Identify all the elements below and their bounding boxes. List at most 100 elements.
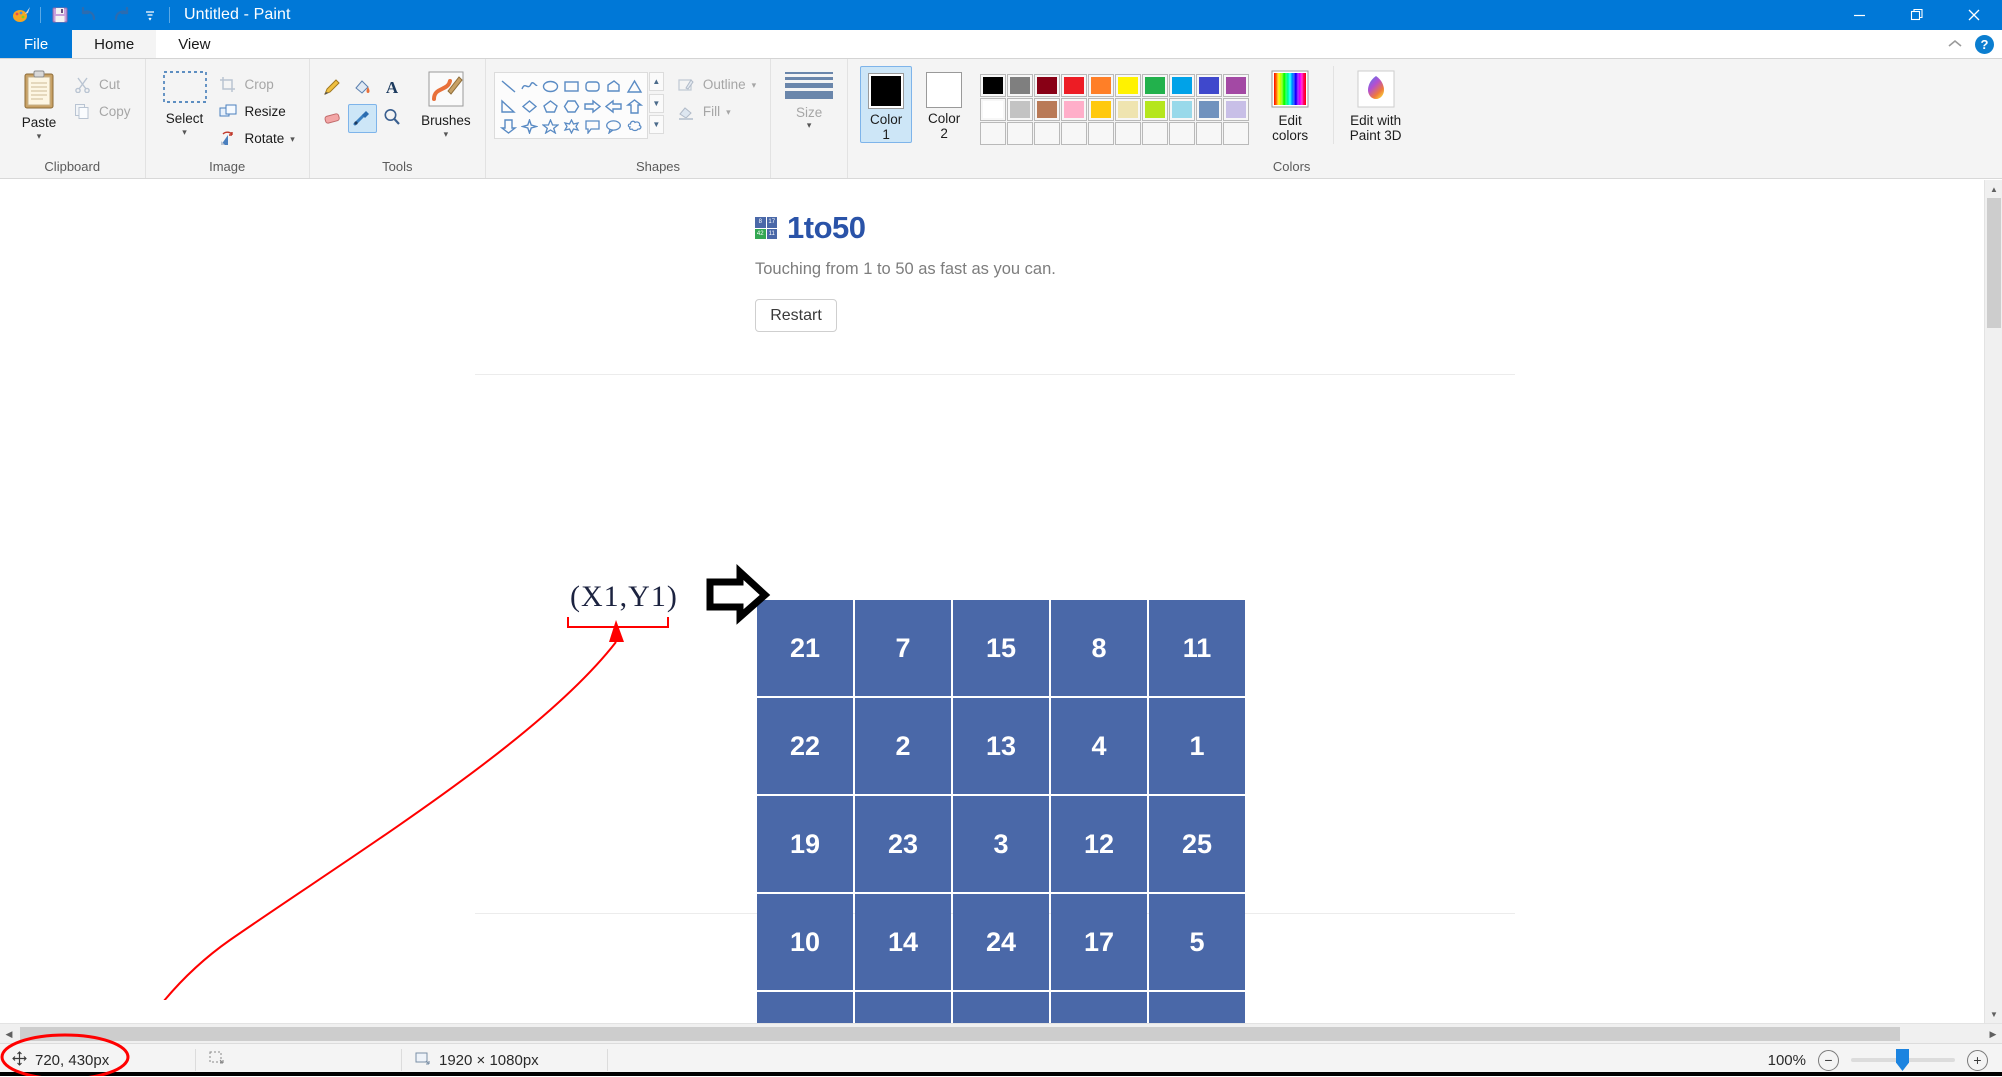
palette-swatch[interactable]: [1223, 98, 1250, 121]
shape-rounded-callout[interactable]: [582, 116, 603, 136]
palette-swatch-empty[interactable]: [1196, 122, 1223, 145]
palette-swatch[interactable]: [1169, 74, 1196, 97]
grid-cell[interactable]: 1: [1149, 698, 1245, 794]
palette-swatch-empty[interactable]: [1034, 122, 1061, 145]
palette-swatch[interactable]: [1142, 74, 1169, 97]
palette-swatch[interactable]: [1061, 98, 1088, 121]
palette-swatch[interactable]: [1061, 74, 1088, 97]
grid-cell[interactable]: 6: [757, 992, 853, 1023]
shape-line[interactable]: [498, 76, 519, 96]
tab-home[interactable]: Home: [72, 30, 157, 58]
grid-cell[interactable]: 13: [953, 698, 1049, 794]
restart-button[interactable]: Restart: [755, 299, 837, 332]
grid-cell[interactable]: 11: [1149, 600, 1245, 696]
minimize-button[interactable]: [1831, 0, 1888, 30]
grid-cell[interactable]: 16: [953, 992, 1049, 1023]
zoom-slider[interactable]: [1851, 1049, 1955, 1071]
magnifier-tool[interactable]: [378, 104, 407, 133]
palette-swatch[interactable]: [1142, 98, 1169, 121]
palette-swatch[interactable]: [1034, 98, 1061, 121]
palette-swatch-empty[interactable]: [1007, 122, 1034, 145]
shape-down-arrow[interactable]: [498, 116, 519, 136]
color-picker-tool[interactable]: [347, 104, 377, 133]
minus-icon[interactable]: −: [1818, 1049, 1839, 1071]
rotate-button[interactable]: Rotate ▾: [216, 126, 301, 151]
grid-cell[interactable]: 14: [855, 894, 951, 990]
chevron-down-icon[interactable]: ▾: [182, 127, 187, 136]
chevron-down-icon[interactable]: ▾: [444, 129, 449, 138]
select-button[interactable]: Select ▾: [154, 66, 216, 136]
chevron-down-icon[interactable]: ▾: [807, 121, 812, 130]
shape-cloud-callout[interactable]: [624, 116, 645, 136]
chevron-left-icon[interactable]: ◀: [0, 1024, 18, 1044]
palette-swatch[interactable]: [1115, 74, 1142, 97]
palette-swatch[interactable]: [1196, 98, 1223, 121]
palette-swatch[interactable]: [1007, 98, 1034, 121]
palette-swatch[interactable]: [1169, 98, 1196, 121]
close-button[interactable]: [1945, 0, 2002, 30]
palette-swatch-empty[interactable]: [1115, 122, 1142, 145]
palette-swatch[interactable]: [1088, 74, 1115, 97]
palette-swatch[interactable]: [1115, 98, 1142, 121]
palette-swatch[interactable]: [980, 98, 1007, 121]
color1-button[interactable]: Color 1: [860, 66, 913, 143]
grid-cell[interactable]: 20: [1149, 992, 1245, 1023]
chevron-down-icon[interactable]: ▾: [726, 108, 731, 117]
paste-button[interactable]: Paste ▾: [8, 66, 70, 140]
grid-cell[interactable]: 19: [757, 796, 853, 892]
horizontal-scrollbar[interactable]: ◀ ▶: [0, 1023, 2002, 1043]
palette-swatch-empty[interactable]: [1142, 122, 1169, 145]
text-tool[interactable]: A: [378, 74, 407, 103]
brushes-button[interactable]: Brushes ▾: [415, 66, 477, 138]
grid-cell[interactable]: 12: [1051, 796, 1147, 892]
palette-swatch-empty[interactable]: [980, 122, 1007, 145]
grid-cell[interactable]: 21: [757, 600, 853, 696]
palette-swatch-empty[interactable]: [1088, 122, 1115, 145]
fill-with-color-tool[interactable]: [348, 74, 377, 103]
shape-diamond[interactable]: [519, 96, 540, 116]
grid-cell[interactable]: 23: [855, 796, 951, 892]
tab-file[interactable]: File: [0, 30, 73, 58]
grid-cell[interactable]: 5: [1149, 894, 1245, 990]
shapes-scrollbar[interactable]: ▲ ▼ ▼: [648, 72, 664, 134]
chevron-up-icon[interactable]: ▲: [1985, 180, 2002, 198]
zoom-slider-thumb[interactable]: [1896, 1049, 1909, 1071]
palette-swatch[interactable]: [980, 74, 1007, 97]
save-icon[interactable]: [45, 2, 75, 28]
shape-four-point-star[interactable]: [519, 116, 540, 136]
help-icon[interactable]: ?: [1975, 35, 1994, 54]
shape-rectangle[interactable]: [561, 76, 582, 96]
palette-swatch-empty[interactable]: [1223, 122, 1250, 145]
grid-cell[interactable]: 4: [1051, 698, 1147, 794]
chevron-right-icon[interactable]: ▶: [1984, 1024, 2002, 1044]
shape-right-arrow[interactable]: [582, 96, 603, 116]
shape-curve[interactable]: [519, 76, 540, 96]
chevron-down-icon[interactable]: ▾: [290, 135, 295, 144]
shape-oval[interactable]: [540, 76, 561, 96]
shape-oval-callout[interactable]: [603, 116, 624, 136]
chevron-down-icon[interactable]: ▼: [1985, 1005, 2002, 1023]
grid-cell[interactable]: 2: [855, 698, 951, 794]
edit-colors-button[interactable]: Edit colors: [1259, 66, 1321, 144]
shape-pentagon[interactable]: [540, 96, 561, 116]
grid-cell[interactable]: 18: [855, 992, 951, 1023]
grid-cell[interactable]: 10: [757, 894, 853, 990]
shape-up-arrow[interactable]: [624, 96, 645, 116]
palette-swatch[interactable]: [1007, 74, 1034, 97]
eraser-tool[interactable]: [318, 104, 347, 133]
palette-swatch-empty[interactable]: [1061, 122, 1088, 145]
paint-canvas[interactable]: 8 17 42 11 1to50 Touching from 1 to 50 a…: [0, 180, 2002, 1023]
chevron-down-icon[interactable]: ▼: [648, 93, 664, 113]
pencil-tool[interactable]: [318, 74, 347, 103]
shape-polygon[interactable]: [603, 76, 624, 96]
chevron-down-icon[interactable]: ▾: [752, 81, 757, 90]
shape-right-triangle[interactable]: [498, 96, 519, 116]
grid-cell[interactable]: 22: [757, 698, 853, 794]
grid-cell[interactable]: 17: [1051, 894, 1147, 990]
grid-cell[interactable]: 24: [953, 894, 1049, 990]
shape-six-point-star[interactable]: [561, 116, 582, 136]
expand-gallery-icon[interactable]: ▼: [648, 115, 664, 134]
plus-icon[interactable]: +: [1967, 1049, 1988, 1071]
palette-swatch[interactable]: [1223, 74, 1250, 97]
paint3d-button[interactable]: Edit with Paint 3D: [1333, 66, 1407, 144]
